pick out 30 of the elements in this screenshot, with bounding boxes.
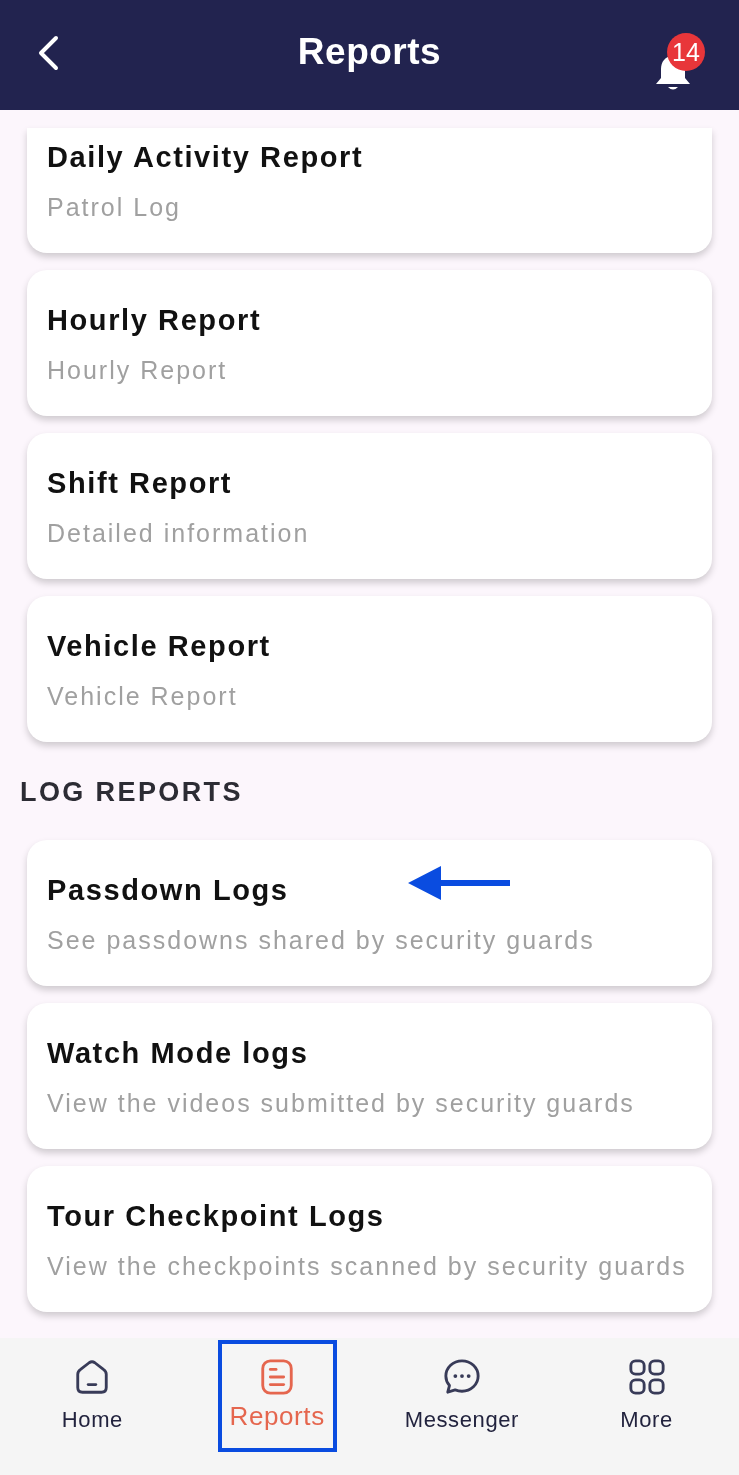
chat-bubble-icon [442, 1358, 481, 1396]
report-card[interactable]: Hourly Report Hourly Report [27, 270, 712, 416]
nav-tab[interactable]: Home [32, 1340, 152, 1452]
report-title: Tour Checkpoint Logs [47, 1199, 385, 1233]
section-heading: LOG REPORTS [20, 776, 243, 809]
report-card[interactable]: Shift Report Detailed information [27, 433, 712, 579]
report-title: Watch Mode logs [47, 1036, 309, 1070]
nav-tab[interactable]: Messenger [396, 1340, 527, 1452]
report-card[interactable]: Daily Activity Report Patrol Log [27, 128, 712, 253]
report-subtitle: Patrol Log [47, 192, 181, 222]
report-card[interactable]: Vehicle Report Vehicle Report [27, 596, 712, 742]
notification-badge: 14 [667, 32, 705, 71]
report-subtitle: Vehicle Report [47, 681, 238, 711]
report-title: Daily Activity Report [47, 140, 364, 174]
grid-icon [627, 1358, 666, 1396]
report-subtitle: View the checkpoints scanned by security guards [47, 1251, 687, 1281]
report-subtitle: View the videos submitted by security guards [47, 1088, 635, 1118]
report-subtitle: Hourly Report [47, 355, 228, 385]
report-card[interactable]: Passdown Logs See passdowns shared by security guards [27, 840, 712, 986]
report-title: Vehicle Report [47, 629, 271, 663]
back-icon[interactable] [36, 35, 60, 71]
page-title: Reports [297, 30, 442, 73]
report-title: Shift Report [47, 466, 233, 500]
report-card[interactable]: Tour Checkpoint Logs View the checkpoints scanned by security guards [27, 1166, 712, 1312]
report-card[interactable]: Watch Mode logs View the videos submitted by security guards [27, 1003, 712, 1149]
nav-tab[interactable]: More [587, 1340, 707, 1452]
report-title: Hourly Report [47, 303, 262, 337]
report-subtitle: See passdowns shared by security guards [47, 925, 595, 955]
report-subtitle: Detailed information [47, 518, 310, 548]
report-title: Passdown Logs [47, 873, 289, 907]
